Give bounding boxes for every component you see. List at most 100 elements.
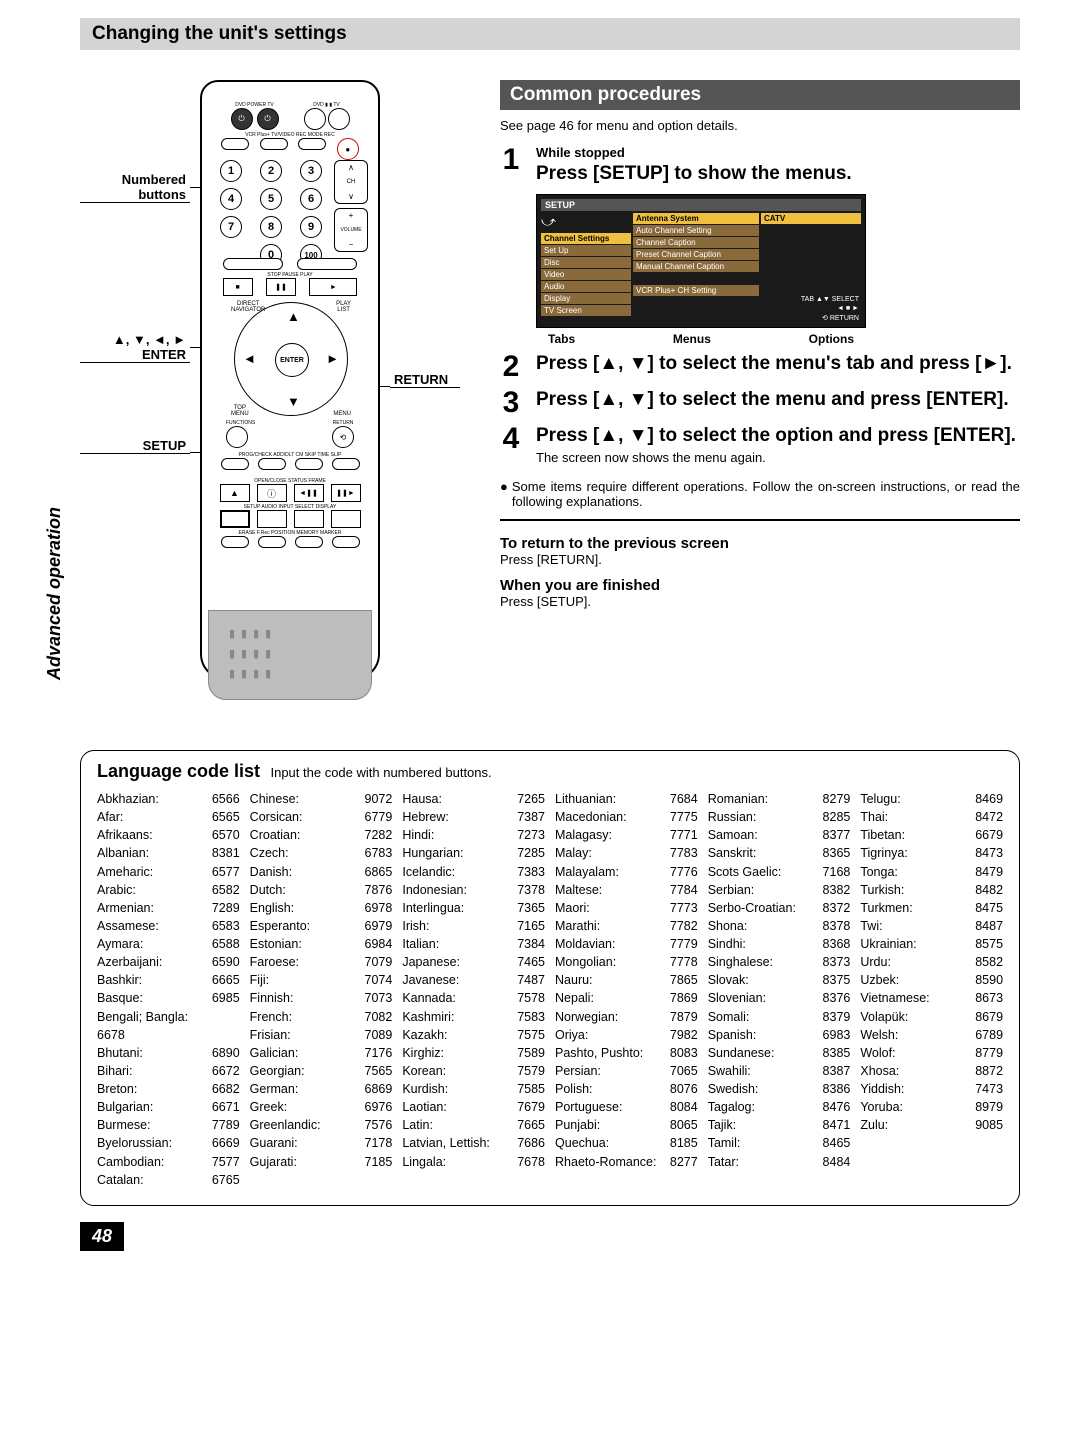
lang-entry: Javanese:7487 — [402, 971, 545, 989]
lang-column: Lithuanian:7684Macedonian:7775Malagasy:7… — [555, 790, 698, 1189]
lang-entry: Yoruba:8979 — [860, 1098, 1003, 1116]
lang-entry: Bengali; Bangla: — [97, 1008, 240, 1026]
lang-entry: Ameharic:6577 — [97, 863, 240, 881]
section-sidebar-label: Advanced operation — [44, 507, 65, 680]
callout-return: RETURN — [390, 372, 460, 388]
lang-entry: Singhalese:8373 — [708, 953, 851, 971]
lang-entry: Kashmiri:7583 — [402, 1008, 545, 1026]
lang-entry: Russian:8285 — [708, 808, 851, 826]
lang-column: Romanian:8279Russian:8285Samoan:8377Sans… — [708, 790, 851, 1189]
input-select-button — [294, 510, 324, 528]
page-number: 48 — [80, 1222, 124, 1251]
frame-back-button: ◄❚❚ — [294, 484, 324, 502]
lang-title: Language code list — [97, 761, 260, 781]
finish-text: Press [SETUP]. — [500, 594, 1020, 609]
osd-foot-nav: ◄ ■ ► — [761, 304, 861, 313]
lang-entry: Frisian:7089 — [250, 1026, 393, 1044]
lang-entry: Tajik:8471 — [708, 1116, 851, 1134]
lang-entry: Ukrainian:8575 — [860, 935, 1003, 953]
lang-entry: Afrikaans:6570 — [97, 826, 240, 844]
lang-entry: Sanskrit:8365 — [708, 844, 851, 862]
lang-entry: German:6869 — [250, 1080, 393, 1098]
lang-entry: Gujarati:7185 — [250, 1153, 393, 1171]
tvvideo-button — [260, 138, 288, 150]
lang-entry: Telugu:8469 — [860, 790, 1003, 808]
lang-entry: Persian:7065 — [555, 1062, 698, 1080]
lang-entry: Maori:7773 — [555, 899, 698, 917]
play-button: ► — [309, 278, 357, 296]
lang-subtitle: Input the code with numbered buttons. — [270, 765, 491, 780]
step-1-precondition: While stopped — [536, 145, 1020, 160]
lang-entry: Fiji:7074 — [250, 971, 393, 989]
lang-entry: Swedish:8386 — [708, 1080, 851, 1098]
frec-button — [258, 536, 286, 548]
stop-button: ■ — [223, 278, 253, 296]
tv-mode-button — [328, 108, 350, 130]
language-code-list: Language code list Input the code with n… — [80, 750, 1020, 1206]
osd-menu-antenna: Antenna System — [633, 213, 759, 224]
arrow-down-icon: ▼ — [287, 394, 300, 409]
lang-entry: Maltese:7784 — [555, 881, 698, 899]
lang-entry: Zulu:9085 — [860, 1116, 1003, 1134]
lang-entry: Korean:7579 — [402, 1062, 545, 1080]
osd-legend-options: Options — [809, 332, 854, 346]
lang-column: Abkhazian:6566Afar:6565Afrikaans:6570Alb… — [97, 790, 240, 1189]
rec-button: ● — [337, 138, 359, 160]
callout-setup: SETUP — [80, 438, 190, 454]
osd-menu-preset: Preset Channel Caption — [633, 249, 759, 260]
lang-entry: Breton:6682 — [97, 1080, 240, 1098]
pause-button: ❚❚ — [266, 278, 296, 296]
lang-entry: Macedonian:7775 — [555, 808, 698, 826]
lang-entry: Scots Gaelic:7168 — [708, 863, 851, 881]
osd-menu-vcrplus: VCR Plus+ CH Setting — [633, 285, 759, 296]
osd-legend-tabs: Tabs — [548, 332, 575, 346]
lang-entry: Greek:6976 — [250, 1098, 393, 1116]
lang-entry: Bashkir:6665 — [97, 971, 240, 989]
lang-entry: English:6978 — [250, 899, 393, 917]
lang-entry: Twi:8487 — [860, 917, 1003, 935]
lang-entry: Czech:6783 — [250, 844, 393, 862]
lang-entry: Punjabi:8065 — [555, 1116, 698, 1134]
lang-entry: Portuguese:8084 — [555, 1098, 698, 1116]
lang-entry: French:7082 — [250, 1008, 393, 1026]
lang-entry: Romanian:8279 — [708, 790, 851, 808]
lang-entry: Kazakh:7575 — [402, 1026, 545, 1044]
lang-entry: Urdu:8582 — [860, 953, 1003, 971]
section-title: Common procedures — [500, 80, 1020, 110]
lang-entry: Vietnamese:8673 — [860, 989, 1003, 1007]
lang-entry: Hindi:7273 — [402, 826, 545, 844]
lang-entry: Bulgarian:6671 — [97, 1098, 240, 1116]
lang-entry: Assamese:6583 — [97, 917, 240, 935]
lang-entry: Tigrinya:8473 — [860, 844, 1003, 862]
lang-entry: Cambodian:7577 — [97, 1153, 240, 1171]
num-1: 1 — [220, 160, 242, 182]
lang-entry: Tamil:8465 — [708, 1134, 851, 1152]
arrow-left-icon: ◄ — [243, 351, 256, 366]
lang-entry: Tonga:8479 — [860, 863, 1003, 881]
lang-entry: Latvian, Lettish:7686 — [402, 1134, 545, 1152]
osd-tab-tvscreen: TV Screen — [541, 305, 631, 316]
step-4-note: The screen now shows the menu again. — [536, 450, 1020, 465]
ch-vol-rocker: ∧CH∨ +VOLUME− — [334, 160, 368, 252]
lang-entry: Kurdish:7585 — [402, 1080, 545, 1098]
callout-arrows-enter: ▲, ▼, ◄, ►ENTER — [80, 332, 190, 363]
arrow-right-icon: ► — [326, 351, 339, 366]
lang-entry: Malay:7783 — [555, 844, 698, 862]
lang-entry: Indonesian:7378 — [402, 881, 545, 899]
lang-entry: Irish:7165 — [402, 917, 545, 935]
lang-entry: Sindhi:8368 — [708, 935, 851, 953]
nav-pad: DIRECTNAVIGATOR PLAYLIST TOPMENU MENU ▲ … — [234, 302, 348, 416]
num-6: 6 — [300, 188, 322, 210]
lang-entry: Pashto, Pushto:8083 — [555, 1044, 698, 1062]
lang-entry: Arabic:6582 — [97, 881, 240, 899]
lang-entry: Somali:8379 — [708, 1008, 851, 1026]
lang-entry: Sundanese:8385 — [708, 1044, 851, 1062]
enter-button: ENTER — [275, 343, 309, 377]
lang-entry: Greenlandic:7576 — [250, 1116, 393, 1134]
lang-entry: Welsh:6789 — [860, 1026, 1003, 1044]
dvd-mode-button — [304, 108, 326, 130]
lang-entry: Oriya:7982 — [555, 1026, 698, 1044]
remote-grip: ▮▮▮▮▮▮▮▮▮▮▮▮ — [208, 610, 372, 700]
lang-entry: Hausa:7265 — [402, 790, 545, 808]
remote-illustration: Numberedbuttons ▲, ▼, ◄, ►ENTER SETUP RE… — [80, 80, 460, 720]
